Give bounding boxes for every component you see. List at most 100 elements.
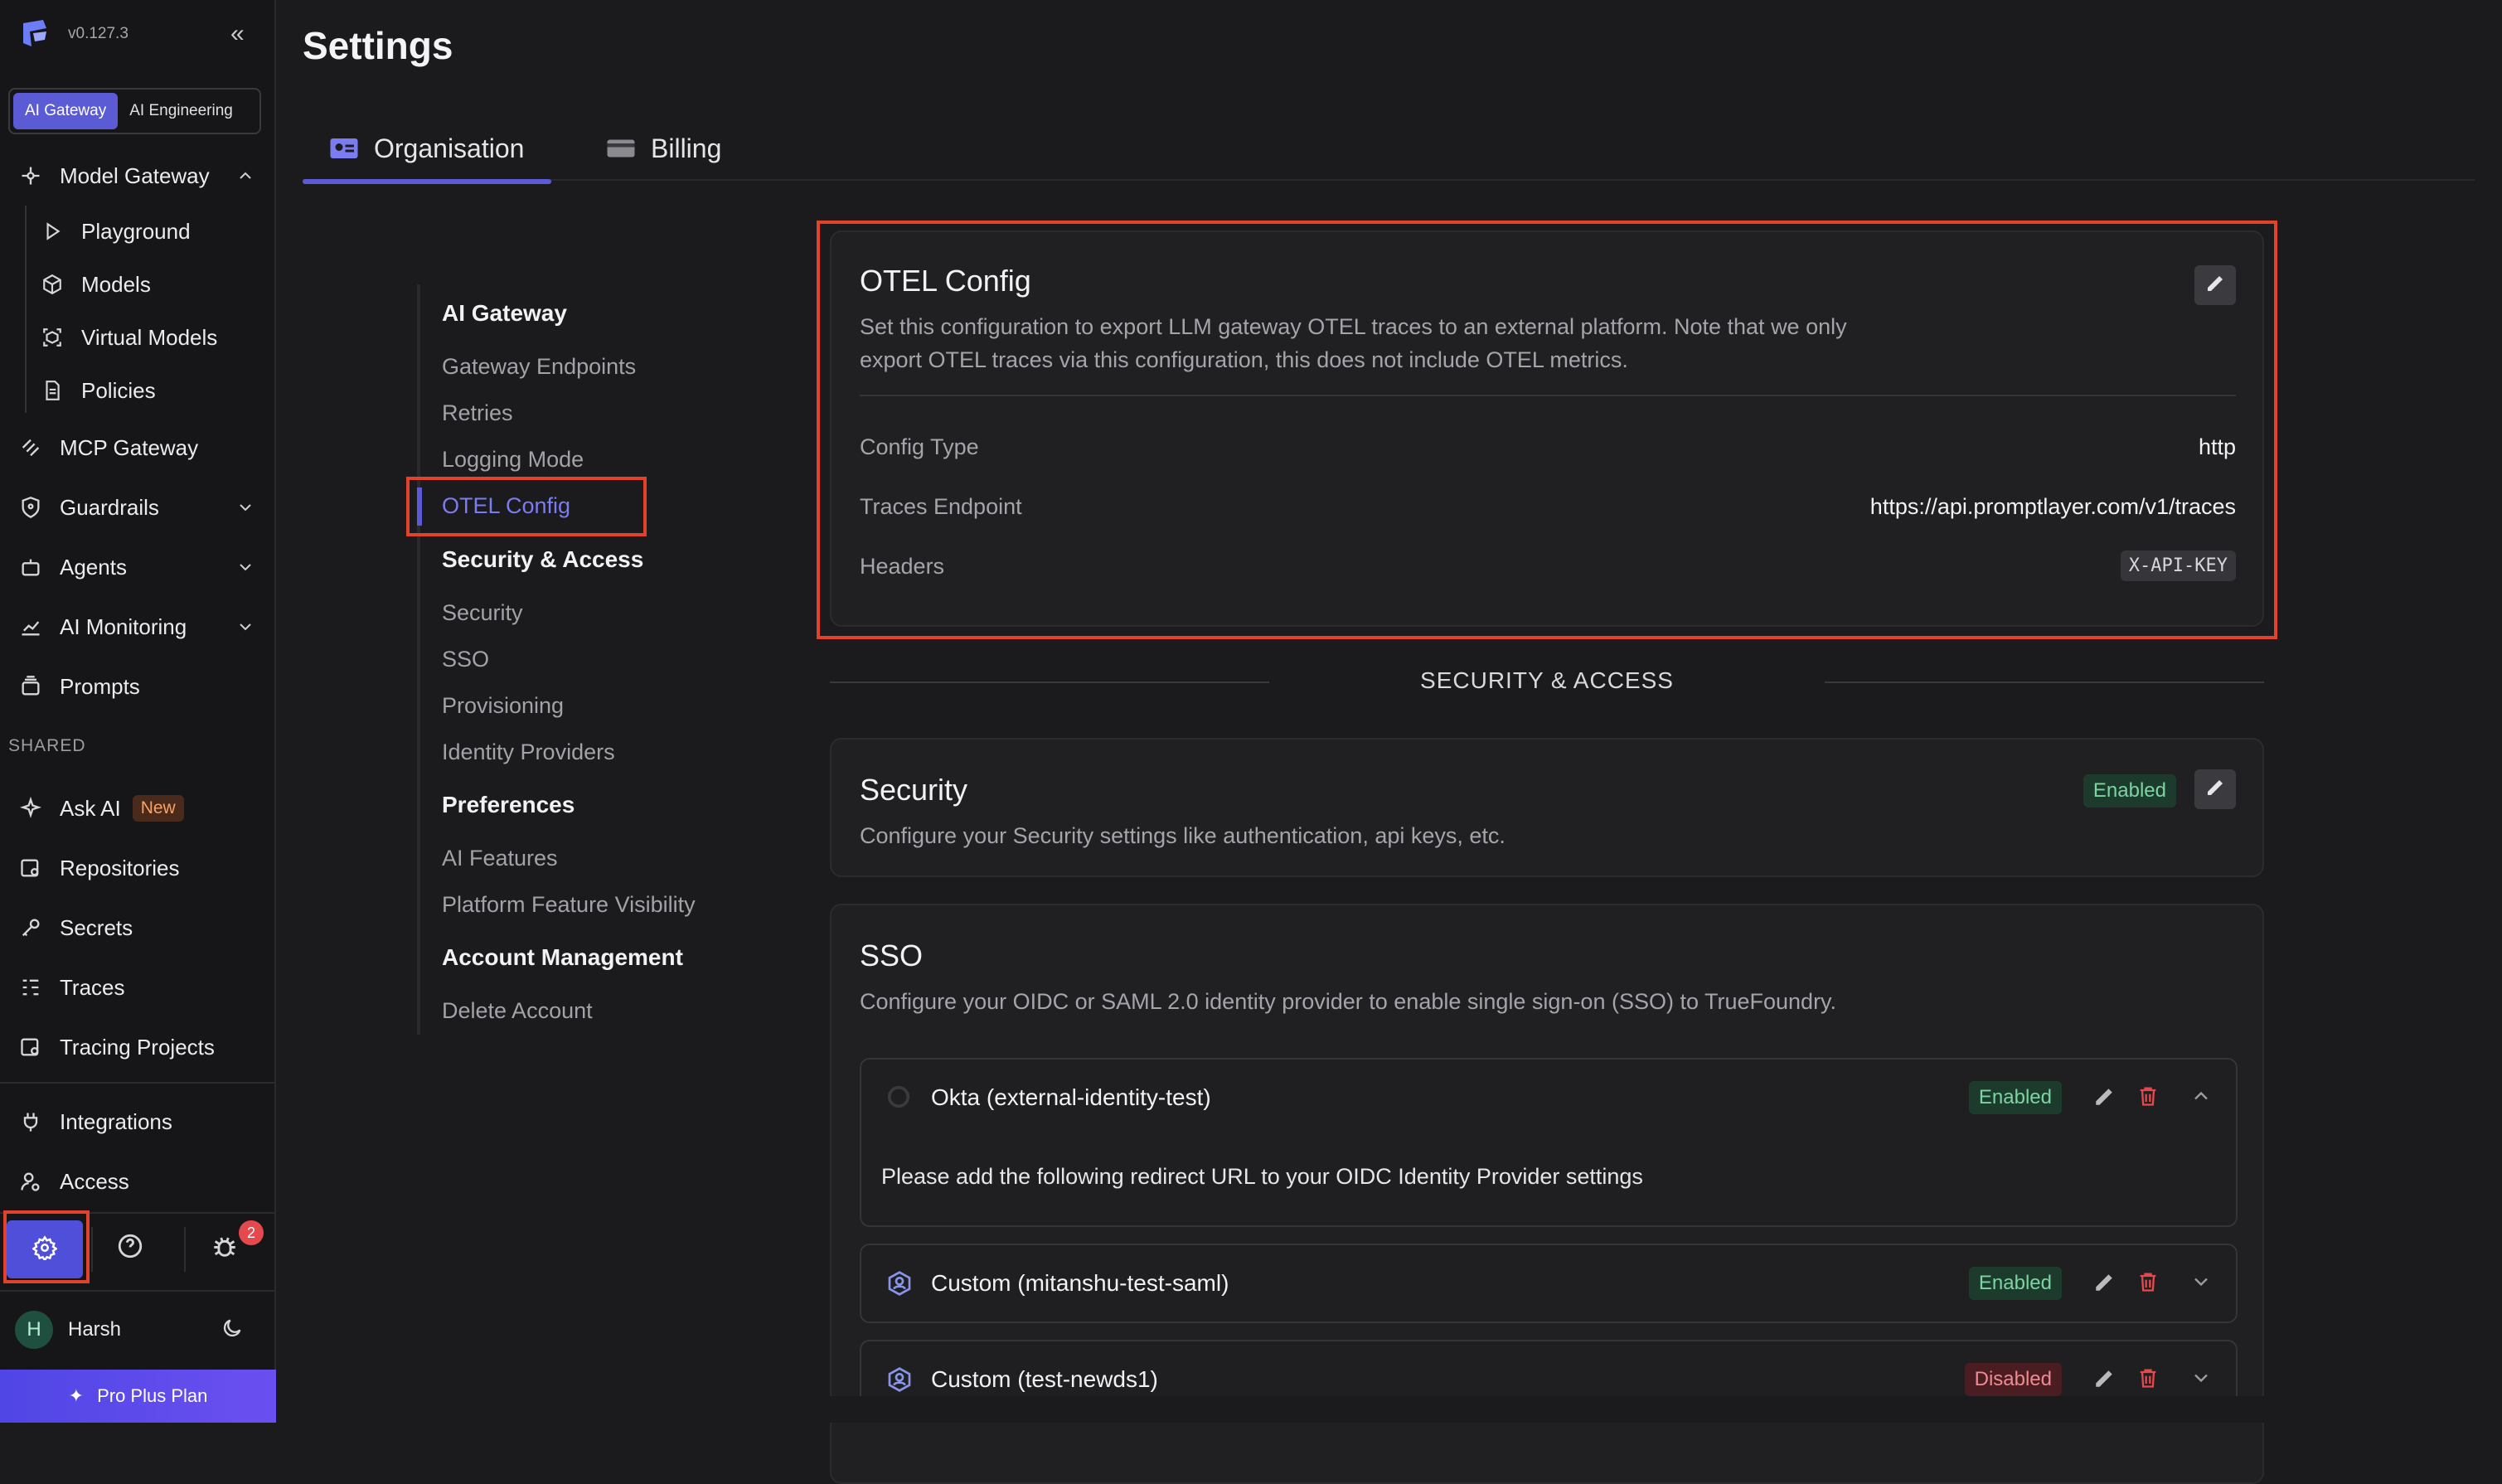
sidebar-item-label: Models [81,272,151,298]
mode-ai-engineering[interactable]: AI Engineering [118,93,245,129]
provider-note: Please add the following redirect URL to… [881,1164,1643,1190]
highlight-settings-outline [3,1210,90,1283]
chevron-down-icon[interactable] [235,557,255,583]
truefoundry-logo[interactable] [18,18,51,51]
chevron-down-icon[interactable] [2189,1270,2213,1297]
subnav-identity-providers[interactable]: Identity Providers [442,740,615,765]
divider-line [1825,681,2264,683]
sidebar-item-label: Model Gateway [60,163,210,189]
status-badge: Enabled [1969,1267,2062,1300]
subnav-security[interactable]: Security [442,600,523,626]
sidebar-item-ask-ai[interactable]: Ask AI New [18,785,264,832]
main-content: Settings Organisation Billing AI Gateway… [276,0,2502,1423]
pencil-icon[interactable] [2093,1368,2115,1394]
sidebar-item-access[interactable]: Access [18,1158,264,1205]
chart-icon [18,614,43,639]
subnav-ai-features[interactable]: AI Features [442,846,558,871]
edit-button[interactable] [2194,769,2236,809]
status-badge: Disabled [1965,1363,2062,1396]
sso-provider-item[interactable]: Custom (mitanshu-test-saml) Enabled [860,1244,2238,1323]
subnav-gateway-endpoints[interactable]: Gateway Endpoints [442,354,636,380]
chevron-up-icon[interactable] [2189,1084,2213,1112]
sidebar-item-repositories[interactable]: Repositories [18,845,264,891]
sidebar-item-integrations[interactable]: Integrations [18,1098,264,1145]
status-badge: Enabled [2083,774,2176,807]
sidebar-item-label: Prompts [60,674,140,700]
sidebar-item-label: Secrets [60,915,133,941]
subnav-guide-line [417,284,420,1035]
custom-provider-icon [886,1366,913,1397]
sidebar-item-policies[interactable]: Policies [40,367,264,414]
sidebar-item-ai-monitoring[interactable]: AI Monitoring [18,604,264,650]
sidebar-item-traces[interactable]: Traces [18,964,264,1011]
subnav-heading-ai-gateway: AI Gateway [442,300,567,327]
sidebar-item-label: Virtual Models [81,325,217,351]
subnav-sso[interactable]: SSO [442,647,489,672]
subnav-retries[interactable]: Retries [442,400,513,426]
document-icon [40,378,65,403]
credit-card-icon [606,136,636,161]
sidebar-item-label: Ask AI [60,796,121,822]
sidebar-item-label: Integrations [60,1109,172,1135]
sidebar-item-guardrails[interactable]: Guardrails [18,484,264,531]
divider [91,1227,93,1272]
subnav-provisioning[interactable]: Provisioning [442,693,564,719]
tab-billing[interactable]: Billing [606,116,721,181]
user-profile[interactable]: H Harsh [15,1308,264,1351]
user-access-icon [18,1169,43,1194]
sidebar-item-label: Playground [81,219,191,245]
sso-provider-item[interactable]: Okta (external-identity-test) Enabled Pl… [860,1058,2238,1227]
sidebar-item-label: Traces [60,975,125,1001]
subnav-logging-mode[interactable]: Logging Mode [442,447,584,473]
plan-banner[interactable]: ✦ Pro Plus Plan [0,1370,276,1423]
repository-icon [18,856,43,880]
tab-organisation[interactable]: Organisation [303,116,551,181]
sidebar-item-playground[interactable]: Playground [40,208,264,255]
card-title: Security [860,773,967,807]
collapse-sidebar-icon[interactable]: « [230,20,245,48]
okta-icon [886,1084,911,1113]
subnav-platform-feature-visibility[interactable]: Platform Feature Visibility [442,892,696,918]
chevron-down-icon[interactable] [235,617,255,643]
sidebar-item-virtual-models[interactable]: Virtual Models [40,314,264,361]
page-title: Settings [303,23,453,68]
custom-provider-icon [886,1270,913,1301]
sidebar-item-mcp-gateway[interactable]: MCP Gateway [18,424,264,471]
moon-icon[interactable] [221,1317,244,1344]
sidebar-bottom-actions: 2 [0,1210,276,1287]
chevron-down-icon[interactable] [2189,1366,2213,1394]
sidebar-item-label: Guardrails [60,495,159,521]
chevron-up-icon[interactable] [235,166,255,192]
bug-icon[interactable] [211,1232,239,1264]
card-description: Configure your OIDC or SAML 2.0 identity… [860,985,1836,1018]
divider [184,1227,186,1272]
sidebar-item-prompts[interactable]: Prompts [18,663,264,710]
id-card-icon [329,136,359,161]
provider-name: Custom (test-newds1) [931,1366,1158,1393]
status-badge: Enabled [1969,1081,2062,1114]
trash-icon[interactable] [2136,1084,2160,1112]
subnav-heading-preferences: Preferences [442,792,575,818]
trash-icon[interactable] [2136,1366,2160,1394]
sidebar-item-agents[interactable]: Agents [18,544,264,590]
section-divider-label: SECURITY & ACCESS [830,667,2264,694]
shared-section-label: SHARED [8,736,86,756]
subnav-delete-account[interactable]: Delete Account [442,998,593,1024]
sidebar-item-tracing-projects[interactable]: Tracing Projects [18,1024,264,1070]
provider-name: Okta (external-identity-test) [931,1084,1211,1111]
sidebar-item-label: MCP Gateway [60,435,198,461]
sidebar-item-label: Access [60,1169,129,1195]
help-icon[interactable] [116,1232,144,1264]
pencil-icon[interactable] [2093,1086,2115,1112]
mode-ai-gateway[interactable]: AI Gateway [13,93,118,129]
sidebar-item-model-gateway[interactable]: Model Gateway [18,153,264,199]
tab-label: Organisation [374,133,524,164]
avatar: H [15,1311,53,1349]
sidebar-item-models[interactable]: Models [40,261,264,308]
mode-switcher: AI Gateway AI Engineering [8,88,261,134]
sidebar-item-secrets[interactable]: Secrets [18,904,264,951]
chevron-down-icon[interactable] [235,497,255,523]
pencil-icon[interactable] [2093,1272,2115,1297]
highlight-otel-nav-outline [406,477,647,536]
trash-icon[interactable] [2136,1270,2160,1297]
